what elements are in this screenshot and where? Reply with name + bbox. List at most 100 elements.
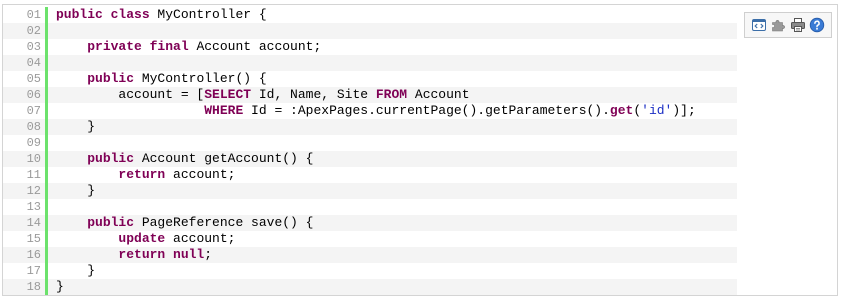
line-number: 15: [26, 232, 41, 246]
line-number: 18: [26, 280, 41, 294]
line-number: 16: [26, 248, 41, 262]
line-number: 07: [26, 104, 41, 118]
code-text: WHERE Id = :ApexPages.currentPage().getP…: [56, 103, 696, 119]
code-token: MyController {: [149, 7, 267, 22]
code-line: 01 public class MyController {: [3, 7, 737, 23]
code-toolbar: [744, 12, 832, 38]
gutter-bar: [45, 199, 48, 215]
code-text: return account;: [56, 167, 235, 183]
code-viewer: 01 public class MyController { 02 03 privat…: [2, 4, 838, 296]
code-line: 11 return account;: [3, 167, 737, 183]
line-number: 06: [26, 88, 41, 102]
code-token: account;: [165, 231, 236, 246]
gutter-bar: [45, 135, 48, 151]
code-text: public MyController() {: [56, 71, 267, 87]
line-number: 11: [26, 168, 41, 182]
line-number: 13: [26, 200, 41, 214]
code-token: PageReference save() {: [134, 215, 314, 230]
line-number: 10: [26, 152, 41, 166]
code-text: private final Account account;: [56, 39, 321, 55]
gutter-bar: [45, 263, 48, 279]
code-line: 10 public Account getAccount() {: [3, 151, 737, 167]
code-keyword: FROM: [375, 87, 408, 102]
code-keyword: SELECT: [204, 87, 252, 102]
code-text: return null;: [56, 247, 212, 263]
code-line: 08 }: [3, 119, 737, 135]
code-token: }: [56, 119, 96, 134]
line-number: 14: [26, 216, 41, 230]
code-text: }: [56, 119, 95, 135]
code-text: account = [SELECT Id, Name, Site FROM Ac…: [56, 87, 470, 103]
code-keyword: private final: [87, 39, 189, 54]
gutter-bar: [45, 279, 48, 295]
code-token: ;: [204, 247, 213, 262]
code-line: 09: [3, 135, 737, 151]
code-text: }: [56, 183, 95, 199]
code-line: 04: [3, 55, 737, 71]
code-token: }: [56, 183, 96, 198]
help-icon[interactable]: [809, 17, 825, 33]
code-line: 16 return null;: [3, 247, 737, 263]
code-line: 07 WHERE Id = :ApexPages.currentPage().g…: [3, 103, 737, 119]
code-token: account;: [165, 167, 236, 182]
line-number: 09: [26, 136, 41, 150]
puzzle-icon[interactable]: [770, 17, 786, 33]
gutter-bar: [45, 183, 48, 199]
line-number: 01: [26, 8, 41, 22]
gutter-bar: [45, 119, 48, 135]
print-icon[interactable]: [790, 17, 806, 33]
code-line: 05 public MyController() {: [3, 71, 737, 87]
code-line: 02: [3, 23, 737, 39]
code-line: 18}: [3, 279, 737, 295]
gutter-bar: [45, 55, 48, 71]
gutter-bar: [45, 71, 48, 87]
code-keyword: get: [609, 103, 634, 118]
line-number: 12: [26, 184, 41, 198]
code-token: account = [: [56, 87, 205, 102]
code-keyword: WHERE: [204, 103, 244, 118]
gutter-bar: [45, 231, 48, 247]
code-token: )];: [672, 103, 696, 118]
code-line: 17 }: [3, 263, 737, 279]
code-token: MyController() {: [134, 71, 267, 86]
code-text: }: [56, 279, 64, 295]
view-source-icon[interactable]: [751, 17, 767, 33]
code-lines: 01 public class MyController { 02 03 privat…: [3, 7, 737, 295]
code-keyword: public class: [56, 7, 150, 22]
line-number: 04: [26, 56, 41, 70]
gutter-bar: [45, 103, 48, 119]
gutter-bar: [45, 167, 48, 183]
gutter-bar: [45, 39, 48, 55]
line-number: 02: [26, 24, 41, 38]
code-keyword: return null: [118, 247, 205, 262]
code-token: Account getAccount() {: [134, 151, 314, 166]
code-token: Id, Name, Site: [251, 87, 376, 102]
code-text: }: [56, 263, 95, 279]
gutter-bar: [45, 215, 48, 231]
code-keyword: public: [87, 71, 135, 86]
code-line: 15 update account;: [3, 231, 737, 247]
code-keyword: update: [118, 231, 166, 246]
code-line: 12 }: [3, 183, 737, 199]
code-token: Account: [407, 87, 470, 102]
code-line: 03 private final Account account;: [3, 39, 737, 55]
code-token: (: [633, 103, 642, 118]
code-token: }: [56, 279, 64, 294]
code-keyword: public: [87, 151, 135, 166]
line-number: 05: [26, 72, 41, 86]
gutter-bar: [45, 7, 48, 23]
code-line: 14 public PageReference save() {: [3, 215, 737, 231]
gutter-bar: [45, 87, 48, 103]
code-line: 13: [3, 199, 737, 215]
line-number: 17: [26, 264, 41, 278]
code-keyword: return: [118, 167, 166, 182]
gutter-bar: [45, 23, 48, 39]
code-token: Account account;: [188, 39, 322, 54]
